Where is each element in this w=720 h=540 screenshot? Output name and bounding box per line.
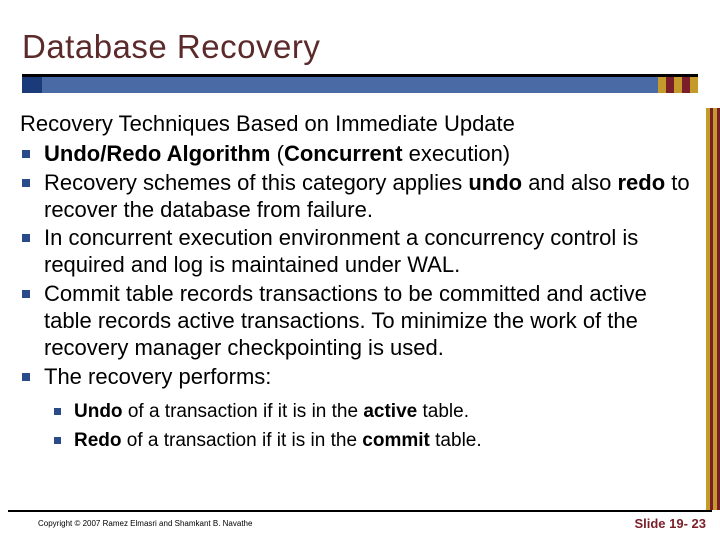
list-item: In concurrent execution environment a co… (44, 225, 692, 279)
list-item: Commit table records transactions to be … (44, 281, 692, 361)
list-item: Undo of a transaction if it is in the ac… (74, 400, 692, 425)
list-item: Recovery schemes of this category applie… (44, 170, 692, 224)
footer: Copyright © 2007 Ramez Elmasri and Shamk… (0, 510, 720, 540)
copyright: Copyright © 2007 Ramez Elmasri and Shamk… (38, 519, 252, 528)
list-item: Undo/Redo Algorithm (Concurrent executio… (44, 141, 692, 168)
section-heading: Recovery Techniques Based on Immediate U… (20, 111, 692, 137)
title-region: Database Recovery (0, 0, 720, 85)
side-stripes (706, 108, 720, 510)
sub-bullet-list: Undo of a transaction if it is in the ac… (20, 392, 692, 453)
content: Recovery Techniques Based on Immediate U… (0, 85, 720, 454)
bullet-list: Undo/Redo Algorithm (Concurrent executio… (20, 141, 692, 390)
slide-title: Database Recovery (22, 28, 698, 66)
list-item: Redo of a transaction if it is in the co… (74, 429, 692, 454)
slide-number: Slide 19- 23 (634, 516, 706, 531)
list-item: The recovery performs: (44, 364, 692, 391)
accent-band (22, 77, 698, 93)
title-underline (22, 74, 698, 77)
